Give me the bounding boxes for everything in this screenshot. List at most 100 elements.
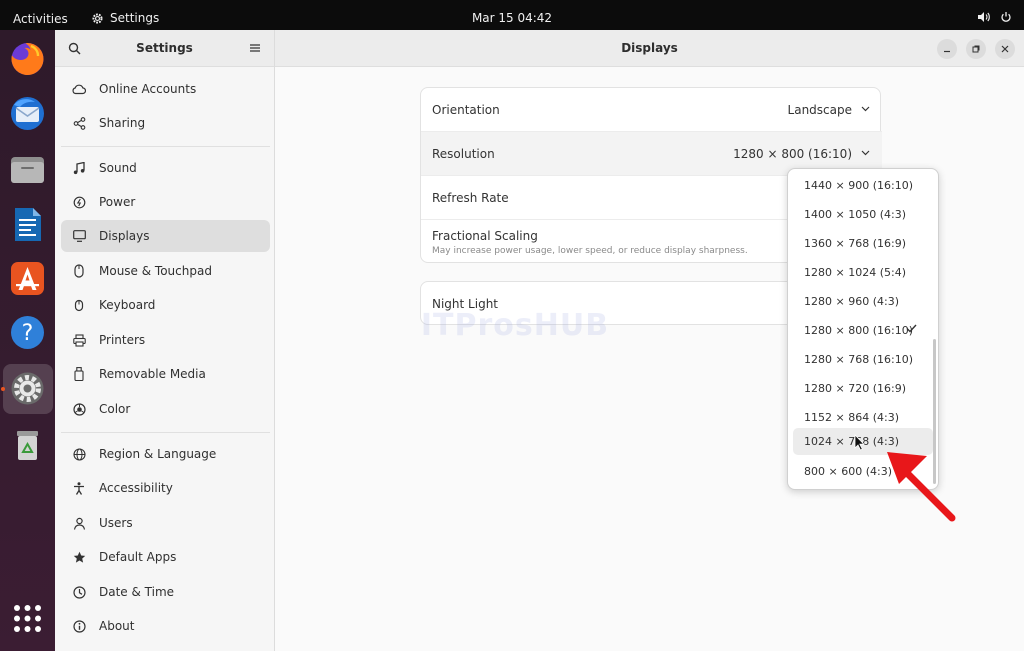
minimize-button[interactable] [937, 39, 957, 59]
trash-icon[interactable] [9, 426, 46, 463]
sidebar-item-sharing[interactable]: Sharing [61, 107, 270, 139]
main-header: Displays [275, 30, 1024, 67]
resolution-option[interactable]: 1280 × 960 (4:3) [793, 288, 933, 315]
sidebar-item-region-language[interactable]: Region & Language [61, 438, 270, 470]
keyboard-icon [72, 298, 86, 312]
music-note-icon [72, 161, 86, 175]
resolution-option-label: 1280 × 800 (16:10) [804, 324, 913, 337]
sidebar-item-online-accounts[interactable]: Online Accounts [61, 73, 270, 105]
page-title: Displays [621, 41, 678, 55]
maximize-button[interactable] [966, 39, 986, 59]
resolution-option-label: 1152 × 864 (4:3) [804, 411, 899, 424]
clock[interactable]: Mar 15 04:42 [0, 11, 1024, 25]
users-icon [72, 516, 86, 530]
sidebar-item-default-apps[interactable]: Default Apps [61, 541, 270, 573]
sidebar-item-label: Printers [99, 333, 146, 347]
resolution-option[interactable]: 1440 × 900 (16:10) [793, 172, 933, 199]
resolution-option-selected[interactable]: 1280 × 800 (16:10) [793, 317, 933, 344]
sidebar-item-label: Users [99, 516, 133, 530]
color-icon [72, 402, 86, 416]
usb-icon [72, 367, 86, 381]
orientation-value: Landscape [787, 103, 852, 117]
sidebar-item-label: Color [99, 402, 131, 416]
sidebar-item-about[interactable]: About [61, 610, 270, 642]
watermark: ITProsHUB [420, 308, 610, 343]
resolution-option-label: 1024 × 768 (4:3) [804, 435, 899, 448]
resolution-option[interactable]: 1152 × 864 (4:3) [793, 404, 933, 431]
resolution-option[interactable]: 1400 × 1050 (4:3) [793, 201, 933, 228]
clock-icon [72, 585, 86, 599]
sidebar-separator [61, 432, 270, 433]
sidebar-item-displays[interactable]: Displays [61, 220, 270, 252]
fractional-scaling-label: Fractional Scaling [432, 229, 538, 243]
share-icon [72, 116, 86, 130]
sidebar-item-users[interactable]: Users [61, 507, 270, 539]
sidebar-item-label: Keyboard [99, 298, 156, 312]
resolution-option-label: 1280 × 1024 (5:4) [804, 266, 906, 279]
resolution-option-label: 1400 × 1050 (4:3) [804, 208, 906, 221]
resolution-dropdown: 1440 × 900 (16:10) 1400 × 1050 (4:3) 136… [787, 168, 939, 490]
libreoffice-writer-icon[interactable] [9, 206, 46, 243]
close-icon [1001, 45, 1009, 53]
sidebar-item-label: Date & Time [99, 585, 175, 599]
firefox-icon[interactable] [9, 40, 46, 77]
resolution-option-label: 1280 × 960 (4:3) [804, 295, 899, 308]
resolution-option[interactable]: 1280 × 1024 (5:4) [793, 259, 933, 286]
sidebar-item-sound[interactable]: Sound [61, 152, 270, 184]
resolution-option[interactable]: 800 × 600 (4:3) [793, 458, 933, 485]
help-icon[interactable]: ? [9, 314, 46, 351]
sidebar-item-accessibility[interactable]: Accessibility [61, 472, 270, 504]
resolution-option-label: 1440 × 900 (16:10) [804, 179, 913, 192]
sidebar-item-label: About [99, 619, 135, 633]
app-center-icon[interactable] [9, 260, 46, 297]
resolution-option-label: 800 × 600 (4:3) [804, 465, 892, 478]
sidebar-item-label: Mouse & Touchpad [99, 264, 212, 278]
sidebar-title: Settings [136, 41, 193, 55]
sidebar-item-label: Sharing [99, 116, 146, 130]
sidebar-item-label: Sound [99, 161, 137, 175]
sidebar-item-power[interactable]: Power [61, 186, 270, 218]
sidebar-item-label: Region & Language [99, 447, 217, 461]
system-menu[interactable] [977, 11, 1012, 23]
resolution-option-label: 1360 × 768 (16:9) [804, 237, 906, 250]
checkmark-icon [906, 324, 917, 333]
show-apps-icon[interactable] [9, 600, 46, 637]
dropdown-scrollbar[interactable] [933, 339, 936, 484]
orientation-label: Orientation [432, 103, 500, 117]
resolution-option[interactable]: 1360 × 768 (16:9) [793, 230, 933, 257]
resolution-label: Resolution [432, 147, 495, 161]
info-icon [72, 619, 86, 633]
sidebar-item-printers[interactable]: Printers [61, 324, 270, 356]
running-indicator [1, 387, 5, 391]
sidebar-item-label: Removable Media [99, 367, 206, 381]
mouse-icon [72, 264, 86, 278]
sidebar: Settings Online Accounts Sharing Sound P… [55, 30, 275, 651]
dock: ? [0, 30, 55, 651]
thunderbird-icon[interactable] [9, 95, 46, 132]
cloud-icon [72, 82, 86, 96]
resolution-option[interactable]: 1280 × 720 (16:9) [793, 375, 933, 402]
orientation-row[interactable]: Orientation Landscape [421, 88, 882, 132]
sidebar-item-date-time[interactable]: Date & Time [61, 576, 270, 608]
resolution-option[interactable]: 1280 × 768 (16:10) [793, 346, 933, 373]
globe-icon [72, 447, 86, 461]
volume-icon [978, 12, 990, 22]
sidebar-item-label: Accessibility [99, 481, 173, 495]
sidebar-item-label: Displays [99, 229, 150, 243]
chevron-down-icon [861, 150, 870, 156]
sidebar-item-mouse-touchpad[interactable]: Mouse & Touchpad [61, 255, 270, 287]
sidebar-header: Settings [55, 30, 274, 67]
sidebar-item-keyboard[interactable]: Keyboard [61, 289, 270, 321]
settings-icon[interactable] [9, 370, 46, 407]
files-icon[interactable] [9, 151, 46, 188]
resolution-option-hovered[interactable]: 1024 × 768 (4:3) [793, 428, 933, 455]
sidebar-item-removable-media[interactable]: Removable Media [61, 358, 270, 390]
hamburger-menu-icon[interactable] [249, 42, 261, 54]
power-icon [1001, 12, 1011, 22]
close-button[interactable] [995, 39, 1015, 59]
printer-icon [72, 333, 86, 347]
sidebar-item-color[interactable]: Color [61, 393, 270, 425]
fractional-scaling-subtitle: May increase power usage, lower speed, o… [432, 246, 748, 256]
star-icon [72, 550, 86, 564]
svg-text:?: ? [22, 321, 34, 346]
